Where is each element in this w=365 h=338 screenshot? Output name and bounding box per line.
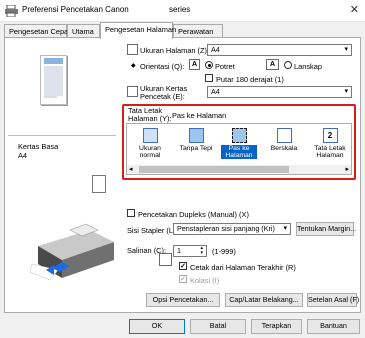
- page-layout-icon: 2: [322, 128, 338, 143]
- layout-label-2: Halaman (Y):: [128, 114, 172, 123]
- stapling-select[interactable]: Penstapleran sisi panjang (Kri) ▾: [173, 223, 291, 235]
- portrait-radio[interactable]: [205, 61, 213, 69]
- tab-maintenance[interactable]: Perawatan: [173, 24, 223, 38]
- rotate-label: Putar 180 derajat (1): [216, 75, 284, 84]
- tab-quick-setup[interactable]: Pengesetan Cepat: [4, 24, 70, 38]
- copies-input[interactable]: 1 ▴ ▾: [173, 245, 207, 257]
- portrait-icon: A: [189, 59, 200, 70]
- duplex-checkbox[interactable]: [127, 209, 135, 217]
- layout-option-fit-to-page[interactable]: Pas ke Halaman: [221, 124, 257, 164]
- ok-button[interactable]: OK: [129, 319, 185, 334]
- paper-icon: [92, 175, 106, 193]
- stapling-label: Sisi Stapler (L):: [127, 226, 178, 235]
- paper-type-label: Kertas Basa: [18, 142, 59, 151]
- collate-label: Kolasi (I): [190, 276, 220, 285]
- spinner-icon[interactable]: ▴ ▾: [200, 246, 203, 256]
- scaled-icon: [276, 128, 292, 143]
- layout-current: Pas ke Halaman: [172, 111, 227, 120]
- printer-paper-label-2: Pencetak (E):: [140, 92, 185, 101]
- page-size-icon: [127, 44, 138, 55]
- landscape-radio[interactable]: [284, 61, 292, 69]
- borderless-icon: [188, 128, 204, 143]
- scroll-right-icon[interactable]: ▸: [345, 165, 349, 173]
- normal-size-icon: [142, 128, 158, 143]
- stamp-background-button[interactable]: Cap/Latar Belakang...: [225, 293, 303, 307]
- specify-margin-button[interactable]: Tentukan Margin...: [296, 222, 356, 236]
- scroll-left-icon[interactable]: ◂: [129, 165, 133, 173]
- printer-paper-icon: [127, 86, 138, 97]
- tab-main[interactable]: Utama: [67, 24, 100, 38]
- layout-option-normal[interactable]: Ukuran normal: [129, 124, 171, 164]
- layout-scrollbar[interactable]: ◂ ▸: [127, 165, 351, 174]
- defaults-button[interactable]: Setelan Asal (F): [307, 293, 359, 307]
- printer-icon: [5, 5, 18, 17]
- title-bar: Preferensi Pencetakan Canon series ✕: [0, 0, 365, 22]
- fit-to-page-icon: [231, 128, 247, 143]
- scroll-thumb[interactable]: [139, 166, 289, 173]
- copies-icon: [159, 253, 172, 266]
- layout-option-borderless[interactable]: Tanpa Tepi: [175, 124, 217, 164]
- landscape-label: Lanskap: [294, 62, 322, 71]
- portrait-label: Potret: [215, 62, 235, 71]
- last-page-checkbox[interactable]: ✓: [179, 262, 187, 270]
- paper-size-label: A4: [18, 151, 28, 160]
- tab-page-setup[interactable]: Pengesetan Halaman: [100, 22, 176, 39]
- cancel-button[interactable]: Batal: [190, 319, 246, 334]
- page-preview: [40, 55, 67, 105]
- copies-range: (1-999): [212, 247, 236, 256]
- apply-button[interactable]: Terapkan: [251, 319, 302, 334]
- orientation-label: Orientasi (Q):: [140, 62, 185, 71]
- page-size-select[interactable]: A4 ▾: [207, 44, 352, 56]
- close-icon[interactable]: ✕: [350, 3, 359, 16]
- page-size-label: Ukuran Halaman (Z):: [140, 46, 209, 55]
- layout-option-scaled[interactable]: Berskala: [263, 124, 305, 164]
- landscape-icon: A: [266, 59, 279, 70]
- layout-option-page-layout[interactable]: 2 Tata Letak Halaman: [309, 124, 351, 164]
- window-title: Preferensi Pencetakan Canon series: [22, 5, 191, 14]
- rotate-checkbox[interactable]: [205, 74, 213, 82]
- chevron-down-icon: ▾: [283, 225, 287, 232]
- duplex-label: Pencetakan Dupleks (Manual) (X): [138, 210, 249, 219]
- print-options-button[interactable]: Opsi Pencetakan...: [146, 293, 220, 307]
- help-button[interactable]: Bantuan: [307, 319, 360, 334]
- orientation-icon: ◆: [131, 63, 136, 69]
- chevron-down-icon: ▾: [344, 46, 348, 53]
- divider: [8, 135, 116, 136]
- preview-lines: [44, 58, 63, 98]
- collate-checkbox[interactable]: ✓: [179, 275, 187, 283]
- last-page-label: Cetak dari Halaman Terakhir (R): [190, 263, 296, 272]
- printer-illustration: [30, 223, 114, 281]
- chevron-down-icon: ▾: [344, 88, 348, 95]
- printer-paper-select[interactable]: A4 ▾: [207, 86, 352, 98]
